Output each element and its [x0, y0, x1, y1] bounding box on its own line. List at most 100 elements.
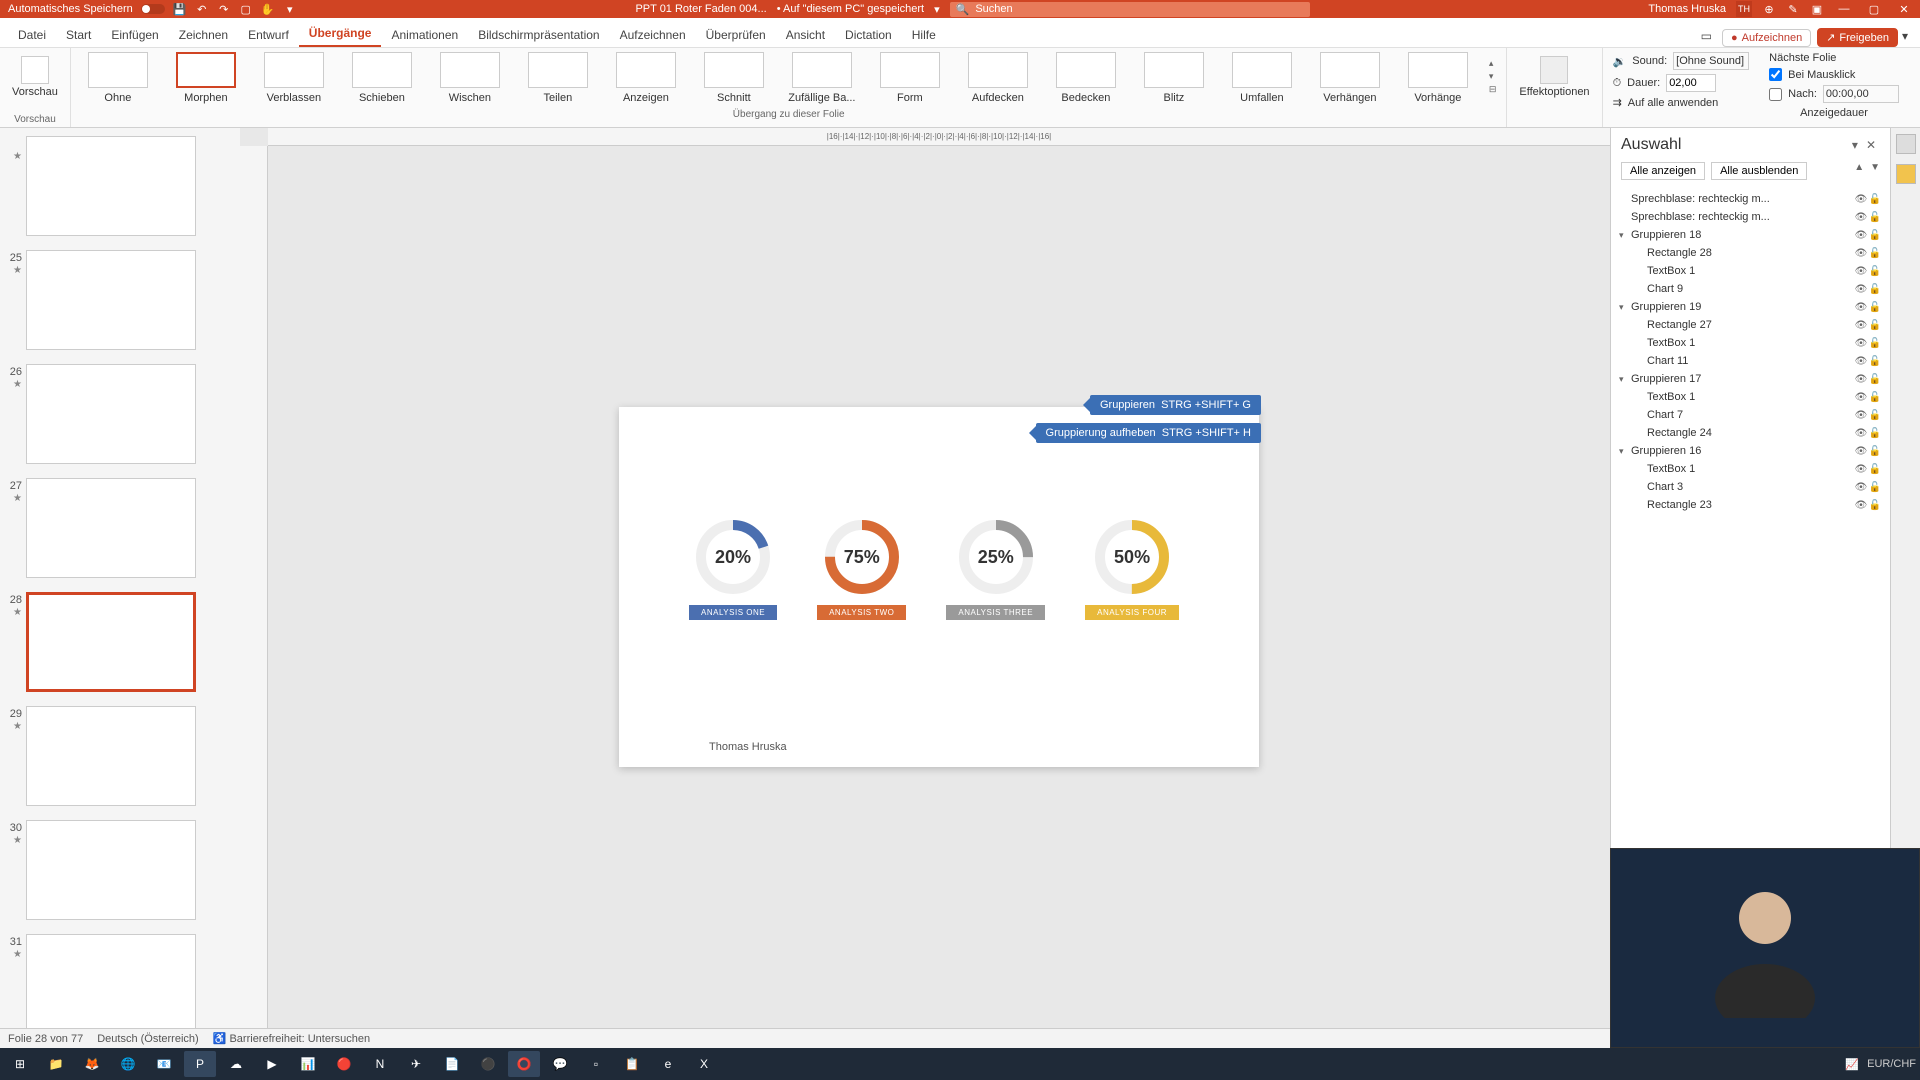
tab-bildschirmpräsentation[interactable]: Bildschirmpräsentation — [468, 22, 609, 47]
transition-schieben[interactable]: Schieben — [343, 52, 421, 104]
firefox-icon[interactable]: 🦊 — [76, 1051, 108, 1077]
tree-item[interactable]: TextBox 1👁🔓 — [1617, 262, 1884, 280]
move-down-icon[interactable]: ▼ — [1870, 162, 1880, 180]
redo-icon[interactable]: ↷ — [217, 2, 231, 16]
effect-options-button[interactable]: Effektoptionen — [1513, 52, 1595, 102]
slide-editor[interactable]: |16|·|14|·|12|·|10|·|8|·|6|·|4|·|2|·|0|·… — [240, 128, 1610, 1028]
tree-item[interactable]: Chart 9👁🔓 — [1617, 280, 1884, 298]
transition-zuflligeba[interactable]: Zufällige Ba... — [783, 52, 861, 104]
thumbnail-26[interactable]: 26★ — [0, 360, 240, 474]
app-icon-5[interactable]: ⭕ — [508, 1051, 540, 1077]
designer-icon[interactable] — [1896, 134, 1916, 154]
transition-ohne[interactable]: Ohne — [79, 52, 157, 104]
thumbnail-27[interactable]: 27★ — [0, 474, 240, 588]
app-icon-8[interactable]: 📋 — [616, 1051, 648, 1077]
tree-item[interactable]: ▾Gruppieren 19👁🔓 — [1617, 298, 1884, 316]
slide-thumbnails[interactable]: ★25★26★27★28★29★30★31★ — [0, 128, 240, 1028]
donut-3[interactable]: 25%ANALYSIS THREE — [946, 517, 1045, 620]
tray-chart-icon[interactable]: 📈 — [1845, 1058, 1859, 1071]
app-icon-7[interactable]: ▫ — [580, 1051, 612, 1077]
donut-2[interactable]: 75%ANALYSIS TWO — [817, 517, 906, 620]
tab-dictation[interactable]: Dictation — [835, 22, 902, 47]
pen-icon[interactable]: ✎ — [1786, 2, 1800, 16]
chrome-icon[interactable]: 🌐 — [112, 1051, 144, 1077]
user-avatar[interactable]: TH — [1736, 1, 1752, 17]
present-icon[interactable]: ▢ — [239, 2, 253, 16]
callout-group[interactable]: Gruppieren STRG +SHIFT+ G — [1090, 395, 1261, 415]
obs-icon[interactable]: ⚫ — [472, 1051, 504, 1077]
transition-morphen[interactable]: Morphen — [167, 52, 245, 104]
tree-item[interactable]: Rectangle 27👁🔓 — [1617, 316, 1884, 334]
edge-icon[interactable]: e — [652, 1051, 684, 1077]
app-icon-3[interactable]: 🔴 — [328, 1051, 360, 1077]
tab-übergänge[interactable]: Übergänge — [299, 20, 382, 47]
vlc-icon[interactable]: ▶ — [256, 1051, 288, 1077]
slide-counter[interactable]: Folie 28 von 77 — [8, 1033, 83, 1045]
thumbnail-30[interactable]: 30★ — [0, 816, 240, 930]
tree-item[interactable]: TextBox 1👁🔓 — [1617, 334, 1884, 352]
record-button[interactable]: ●Aufzeichnen — [1722, 29, 1811, 47]
onenote-icon[interactable]: N — [364, 1051, 396, 1077]
tab-start[interactable]: Start — [56, 22, 101, 47]
tree-item[interactable]: ▾Gruppieren 16👁🔓 — [1617, 442, 1884, 460]
thumbnail-28[interactable]: 28★ — [0, 588, 240, 702]
accessibility-button[interactable]: ♿ Barrierefreiheit: Untersuchen — [213, 1032, 370, 1045]
tree-item[interactable]: Rectangle 24👁🔓 — [1617, 424, 1884, 442]
explorer-icon[interactable]: 📁 — [40, 1051, 72, 1077]
donut-4[interactable]: 50%ANALYSIS FOUR — [1085, 517, 1179, 620]
app-icon-2[interactable]: 📊 — [292, 1051, 324, 1077]
autosave-toggle[interactable] — [141, 4, 165, 14]
user-name[interactable]: Thomas Hruska — [1648, 3, 1726, 15]
transitions-gallery[interactable]: OhneMorphenVerblassenSchiebenWischenTeil… — [71, 48, 1507, 108]
after-checkbox[interactable] — [1769, 88, 1782, 101]
tab-animationen[interactable]: Animationen — [381, 22, 468, 47]
save-icon[interactable]: 💾 — [173, 2, 187, 16]
close-button[interactable]: ✕ — [1894, 1, 1914, 17]
apply-all-button[interactable]: Auf alle anwenden — [1628, 97, 1719, 109]
window-icon[interactable]: ▣ — [1810, 2, 1824, 16]
saved-dropdown-icon[interactable]: ▾ — [934, 3, 940, 16]
transition-aufdecken[interactable]: Aufdecken — [959, 52, 1037, 104]
duration-input[interactable] — [1666, 74, 1716, 92]
donut-1[interactable]: 20%ANALYSIS ONE — [689, 517, 777, 620]
thumbnail-29[interactable]: 29★ — [0, 702, 240, 816]
tree-item[interactable]: Chart 11👁🔓 — [1617, 352, 1884, 370]
saved-location[interactable]: • Auf "diesem PC" gespeichert — [777, 3, 924, 15]
tab-einfügen[interactable]: Einfügen — [101, 22, 168, 47]
app-icon-4[interactable]: 📄 — [436, 1051, 468, 1077]
panel-dropdown-icon[interactable]: ▾ — [1848, 138, 1862, 152]
tree-item[interactable]: ▾Gruppieren 18👁🔓 — [1617, 226, 1884, 244]
hide-all-button[interactable]: Alle ausblenden — [1711, 162, 1807, 180]
telegram-icon[interactable]: ✈ — [400, 1051, 432, 1077]
tab-ansicht[interactable]: Ansicht — [776, 22, 835, 47]
transition-anzeigen[interactable]: Anzeigen — [607, 52, 685, 104]
tree-item[interactable]: TextBox 1👁🔓 — [1617, 388, 1884, 406]
tab-überprüfen[interactable]: Überprüfen — [696, 22, 776, 47]
preview-button[interactable]: Vorschau — [6, 52, 64, 102]
tree-item[interactable]: Rectangle 28👁🔓 — [1617, 244, 1884, 262]
callout-ungroup[interactable]: Gruppierung aufheben STRG +SHIFT+ H — [1036, 423, 1261, 443]
start-button[interactable]: ⊞ — [4, 1051, 36, 1077]
share-dropdown-icon[interactable]: ▾ — [1898, 25, 1912, 47]
slide-canvas[interactable]: Gruppieren STRG +SHIFT+ G Gruppierung au… — [619, 407, 1259, 767]
transition-umfallen[interactable]: Umfallen — [1223, 52, 1301, 104]
transition-form[interactable]: Form — [871, 52, 949, 104]
language-button[interactable]: Deutsch (Österreich) — [97, 1033, 198, 1045]
transition-verblassen[interactable]: Verblassen — [255, 52, 333, 104]
tree-item[interactable]: Rectangle 23👁🔓 — [1617, 496, 1884, 514]
collapse-ribbon-icon[interactable]: ▭ — [1697, 25, 1716, 47]
tab-entwurf[interactable]: Entwurf — [238, 22, 299, 47]
tab-hilfe[interactable]: Hilfe — [902, 22, 946, 47]
transition-schnitt[interactable]: Schnitt — [695, 52, 773, 104]
search-box[interactable]: 🔍 Suchen — [950, 2, 1310, 17]
tree-item[interactable]: ▾Gruppieren 17👁🔓 — [1617, 370, 1884, 388]
sound-select[interactable]: [Ohne Sound] — [1673, 52, 1749, 70]
coming-soon-icon[interactable]: ⊕ — [1762, 2, 1776, 16]
touch-icon[interactable]: ✋ — [261, 2, 275, 16]
tree-item[interactable]: TextBox 1👁🔓 — [1617, 460, 1884, 478]
tree-item[interactable]: Chart 3👁🔓 — [1617, 478, 1884, 496]
tree-item[interactable]: Sprechblase: rechteckig m...👁🔓 — [1617, 190, 1884, 208]
undo-icon[interactable]: ↶ — [195, 2, 209, 16]
excel-icon[interactable]: X — [688, 1051, 720, 1077]
app-icon-6[interactable]: 💬 — [544, 1051, 576, 1077]
